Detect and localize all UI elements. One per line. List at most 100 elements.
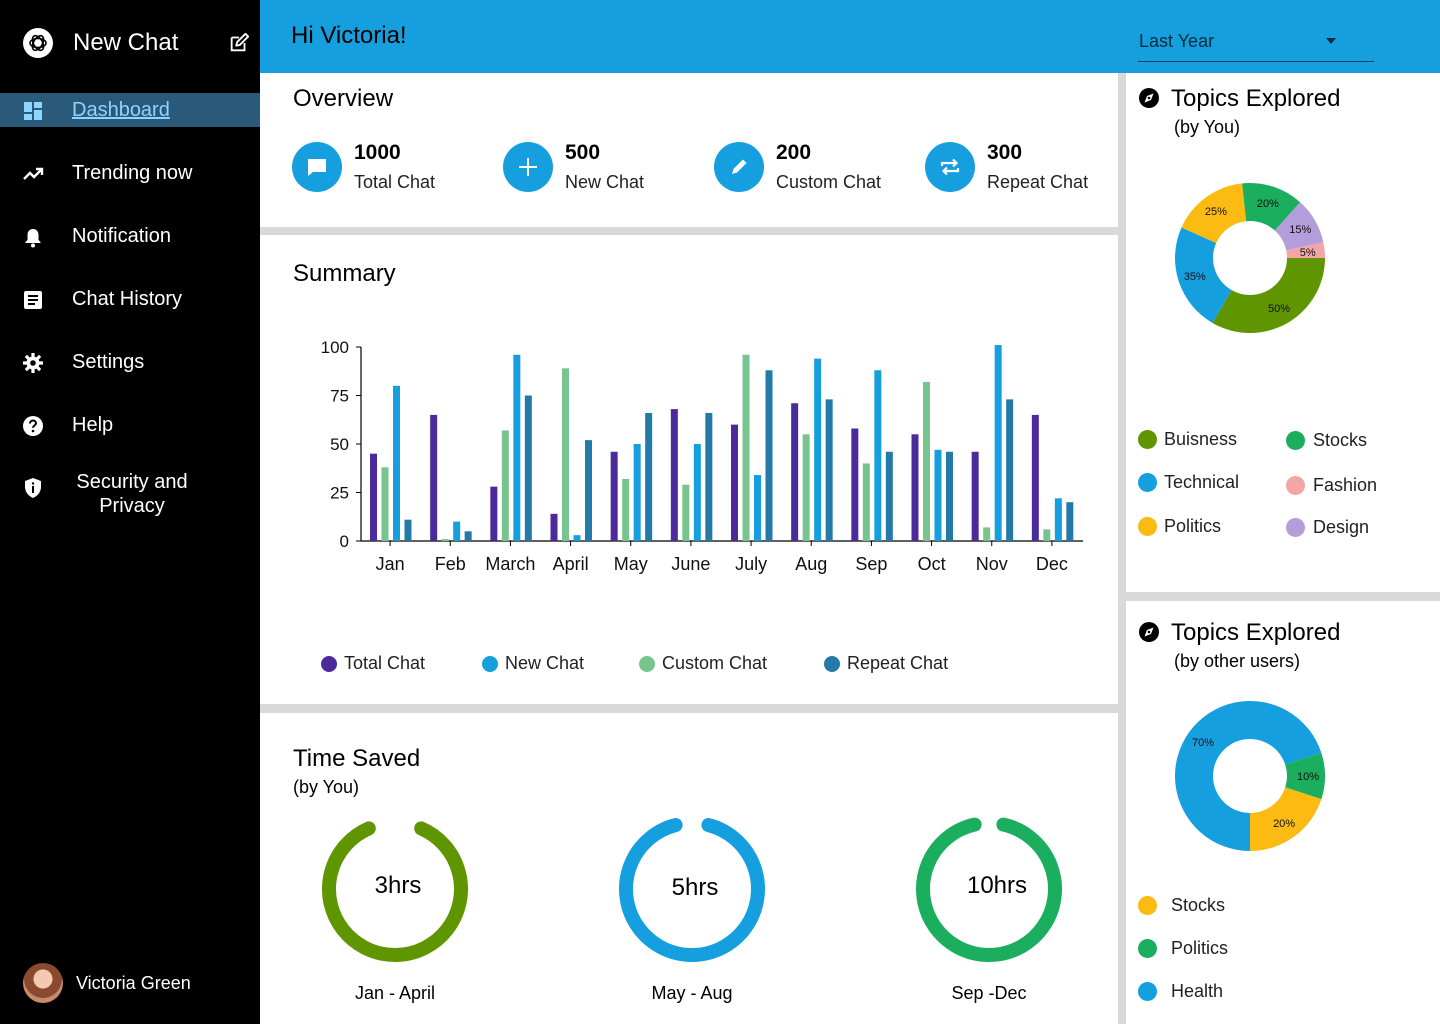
bar-total-chat <box>430 414 438 541</box>
stat-total-chat: 1000 Total Chat <box>292 140 472 195</box>
legend-dot <box>1138 896 1157 915</box>
ring-value: 3hrs <box>374 872 422 899</box>
legend-label: Politics <box>1164 516 1222 536</box>
chevron-down-icon <box>1326 38 1336 44</box>
edit-icon[interactable] <box>228 32 250 54</box>
sidebar-item-label: Trending now <box>72 162 193 184</box>
bar-repeat-chat <box>1066 502 1074 541</box>
compass-icon <box>1139 88 1159 108</box>
bar-new-chat <box>573 535 581 541</box>
sidebar-item-help[interactable]: Help <box>0 408 260 442</box>
stat-repeat-chat: 300 Repeat Chat <box>925 140 1115 195</box>
plus-icon <box>503 142 553 192</box>
topics-others-subtitle: (by other users) <box>1174 651 1301 671</box>
time-saved-title: Time Saved <box>293 745 421 772</box>
x-tick-label: July <box>735 554 767 574</box>
bar-total-chat <box>971 451 979 541</box>
bar-repeat-chat <box>404 519 412 541</box>
ring-period: Sep -Dec <box>951 983 1027 1003</box>
document-icon <box>24 291 42 309</box>
slice-label: 20% <box>1257 198 1279 210</box>
bar-total-chat <box>550 513 558 541</box>
greeting: Hi Victoria! <box>291 22 407 49</box>
bar-total-chat <box>851 428 859 541</box>
stat-value: 300 <box>987 141 1023 164</box>
y-tick-label: 100 <box>321 338 349 357</box>
dashboard-icon <box>24 102 42 120</box>
new-chat-row[interactable]: New Chat <box>0 0 260 86</box>
stat-value: 1000 <box>354 141 401 164</box>
legend-dot <box>1286 518 1305 537</box>
compass-icon <box>1139 622 1159 642</box>
stat-label: Repeat Chat <box>987 172 1089 192</box>
y-tick-label: 0 <box>340 532 349 551</box>
help-icon <box>23 416 43 436</box>
pencil-icon <box>714 142 764 192</box>
bar-repeat-chat <box>765 370 773 541</box>
legend-dot <box>482 656 498 672</box>
x-tick-label: March <box>485 554 535 574</box>
bar-total-chat <box>791 403 799 541</box>
stat-custom-chat: 200 Custom Chat <box>714 140 904 195</box>
user-profile[interactable]: Victoria Green <box>0 960 260 1008</box>
chat-bubble-icon <box>292 142 342 192</box>
legend-dot <box>1138 430 1157 449</box>
slice-label: 20% <box>1273 818 1295 830</box>
gear-icon <box>23 353 43 373</box>
bar-custom-chat <box>381 467 389 541</box>
overview-title: Overview <box>293 85 394 112</box>
legend-dot <box>1138 517 1157 536</box>
bar-total-chat <box>370 453 377 541</box>
sidebar-item-notification[interactable]: Notification <box>0 219 260 253</box>
x-tick-label: April <box>553 554 589 574</box>
bar-repeat-chat <box>825 399 833 541</box>
bar-repeat-chat <box>464 531 472 541</box>
ring-period: May - Aug <box>651 983 733 1003</box>
bar-new-chat <box>513 354 521 541</box>
bar-custom-chat <box>682 484 690 541</box>
sidebar-item-label: Dashboard <box>72 99 170 121</box>
y-tick-label: 25 <box>330 484 349 503</box>
sidebar-item-trending[interactable]: Trending now <box>0 156 260 190</box>
slice-label: 35% <box>1184 271 1206 283</box>
slice-buisness <box>1212 258 1325 333</box>
bar-total-chat <box>610 451 618 541</box>
x-tick-label: Feb <box>435 554 466 574</box>
legend-label: Repeat Chat <box>847 653 949 673</box>
repeat-icon <box>925 142 975 192</box>
bar-new-chat <box>754 475 761 541</box>
sidebar-item-settings[interactable]: Settings <box>0 345 260 379</box>
bar-new-chat <box>874 370 882 541</box>
topics-you-subtitle: (by You) <box>1174 117 1241 137</box>
sidebar-item-dashboard[interactable]: Dashboard <box>0 93 260 127</box>
bar-custom-chat <box>441 539 449 541</box>
x-tick-label: Aug <box>795 554 827 574</box>
legend-label: Buisness <box>1164 429 1238 449</box>
x-tick-label: May <box>614 554 648 574</box>
new-chat-label[interactable]: New Chat <box>73 29 178 57</box>
x-tick-label: Dec <box>1036 554 1068 574</box>
stat-value: 200 <box>776 141 812 164</box>
sidebar-item-chat-history[interactable]: Chat History <box>0 282 260 316</box>
legend-label: Design <box>1313 517 1370 537</box>
sidebar-item-label: Help <box>72 414 114 436</box>
x-tick-label: Sep <box>855 554 887 574</box>
avatar <box>23 963 63 1003</box>
period-dropdown[interactable]: Last Year <box>1138 28 1374 62</box>
sidebar: New Chat Dashboard Trending now Notifica… <box>0 0 260 1024</box>
bar-new-chat <box>1054 498 1062 541</box>
time-saved-subtitle: (by You) <box>293 777 360 797</box>
x-tick-label: June <box>671 554 710 574</box>
legend-label: New Chat <box>505 653 585 673</box>
slice-label: 10% <box>1297 771 1319 783</box>
legend-label: Fashion <box>1313 475 1378 495</box>
bar-repeat-chat <box>645 412 653 541</box>
sidebar-item-label: Chat History <box>72 288 183 310</box>
bar-new-chat <box>814 358 822 541</box>
openai-logo-icon <box>23 28 53 58</box>
legend-dot <box>1286 431 1305 450</box>
sidebar-item-label: Security and Privacy <box>76 471 188 517</box>
user-name: Victoria Green <box>76 973 191 993</box>
sidebar-item-security[interactable]: Security and Privacy <box>0 471 260 524</box>
bar-repeat-chat <box>585 440 592 541</box>
